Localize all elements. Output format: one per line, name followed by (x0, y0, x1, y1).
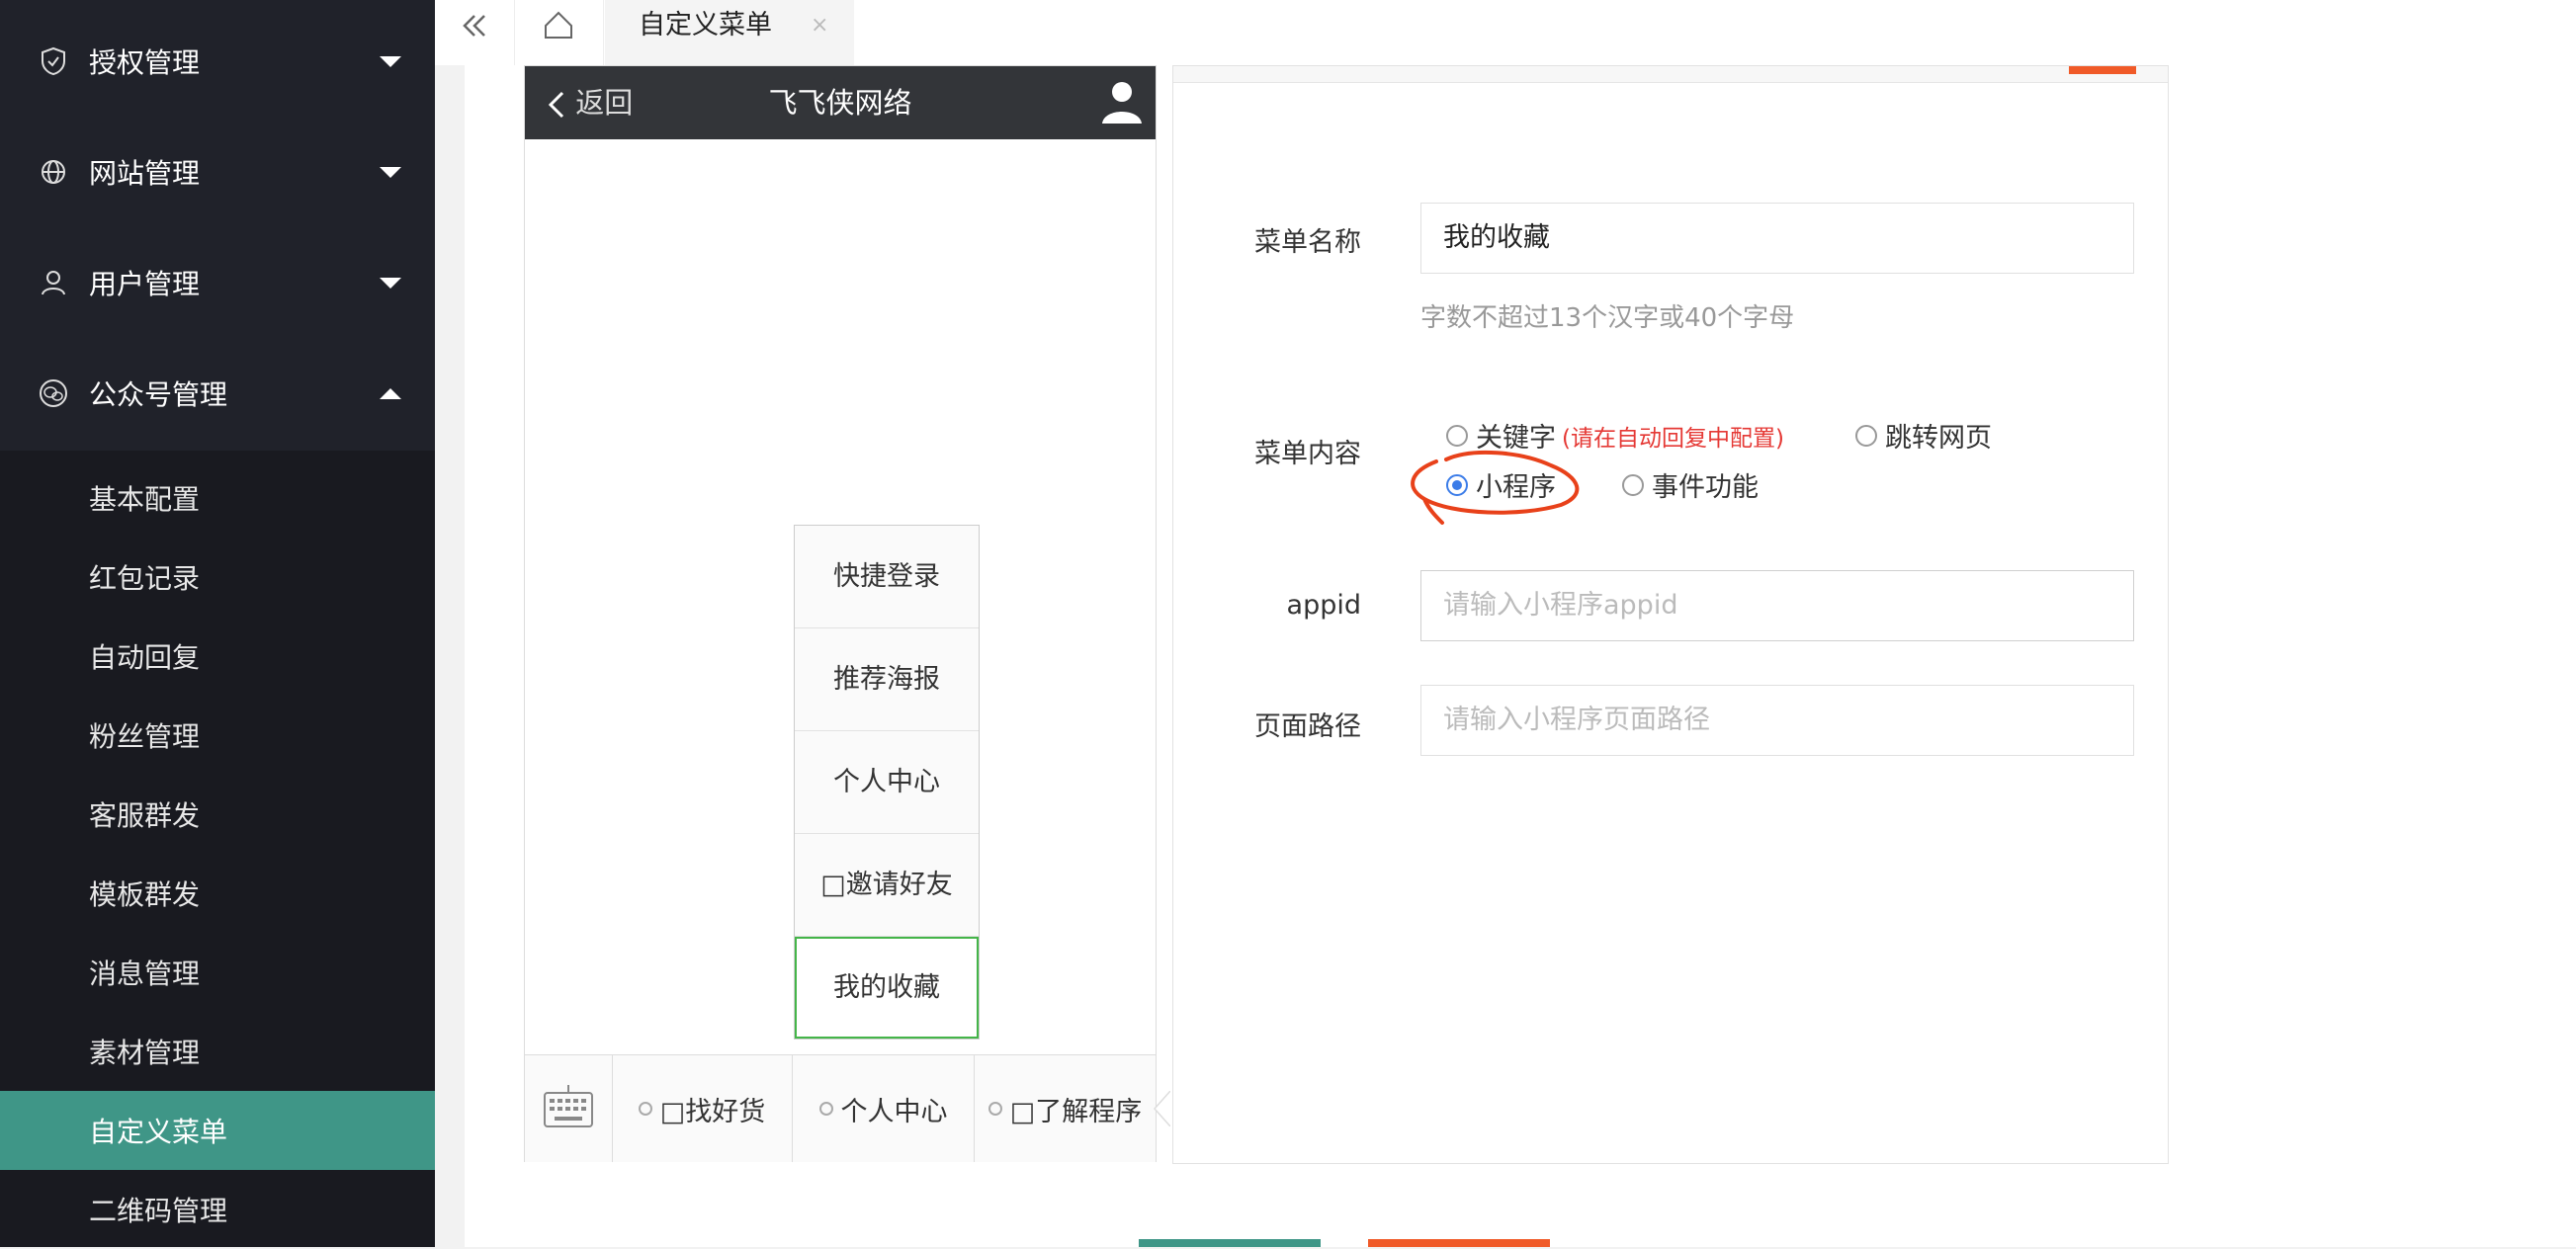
caret-down-icon (380, 166, 401, 178)
sidebar-item-auto-reply[interactable]: 自动回复 (0, 617, 435, 696)
phone-header: 飞飞侠网络 返回 (525, 66, 1156, 139)
bottom-menu-label: □了解程序 (1009, 1096, 1143, 1127)
sidebar-item-fans[interactable]: 粉丝管理 (0, 696, 435, 775)
radio-jump-web[interactable]: 跳转网页 (1855, 416, 1992, 455)
radio-label: 事件功能 (1652, 472, 1759, 503)
sidebar-item-template-broadcast[interactable]: 模板群发 (0, 854, 435, 933)
sidebar-item-label: 自定义菜单 (89, 1116, 228, 1148)
caret-down-icon (380, 55, 401, 67)
nav-group-auth[interactable]: 授权管理 (0, 6, 435, 117)
bottom-menu-label: 个人中心 (840, 1096, 948, 1127)
phone-back-label: 返回 (575, 86, 634, 120)
popup-item[interactable]: 快捷登录 (795, 526, 979, 628)
sidebar-item-red-packet[interactable]: 红包记录 (0, 538, 435, 617)
tab-label: 自定义菜单 (639, 10, 772, 41)
sidebar-item-label: 红包记录 (89, 562, 201, 595)
sidebar-item-basic-config[interactable]: 基本配置 (0, 458, 435, 538)
sidebar-item-label: 二维码管理 (89, 1195, 228, 1227)
sidebar-item-custom-menu[interactable]: 自定义菜单 (0, 1091, 435, 1170)
page-path-label: 页面路径 (1254, 711, 1361, 742)
nav-group-label: 用户管理 (89, 268, 201, 300)
sidebar-item-label: 基本配置 (89, 483, 201, 516)
panel-header-strip (1173, 66, 2168, 83)
radio-circle (1855, 424, 1877, 447)
user-icon (42, 271, 65, 295)
sidebar-item-label: 素材管理 (89, 1037, 201, 1069)
sidebar-item-label: 自动回复 (89, 641, 201, 674)
tab-custom-menu[interactable]: 自定义菜单 × (605, 0, 854, 65)
bottom-menu-item-3[interactable]: □了解程序 (975, 1055, 1156, 1162)
sidebar-item-label: 粉丝管理 (89, 720, 201, 753)
globe-icon (42, 160, 65, 184)
phone-bottom-menu: □找好货 个人中心 □了解程序 (525, 1054, 1156, 1162)
phone-back-button: 返回 (547, 66, 633, 139)
submenu-wechat: 基本配置 红包记录 自动回复 粉丝管理 客服群发 模板群发 消息管理 素材管理 … (0, 451, 435, 1247)
appid-label: appid (1286, 590, 1361, 621)
nav-group-users[interactable]: 用户管理 (0, 227, 435, 338)
tab-home[interactable] (514, 0, 604, 65)
user-avatar-icon (1102, 82, 1142, 124)
publish-button[interactable] (1368, 1239, 1550, 1247)
popup-item[interactable]: 个人中心 (795, 731, 979, 834)
nav-group-website[interactable]: 网站管理 (0, 117, 435, 227)
close-icon[interactable]: × (811, 0, 828, 51)
save-button[interactable] (1139, 1239, 1321, 1247)
content-gutter (435, 65, 465, 1247)
red-circle-annotation (1411, 450, 1580, 525)
nav-group-label: 公众号管理 (89, 378, 228, 411)
caret-up-icon (380, 387, 401, 399)
menu-dot-icon (818, 1102, 833, 1116)
radio-circle (1622, 473, 1644, 496)
sidebar-item-messages[interactable]: 消息管理 (0, 933, 435, 1012)
menu-name-input[interactable]: 我的收藏 (1420, 203, 2134, 274)
popup-item[interactable]: 推荐海报 (795, 628, 979, 731)
menu-edit-panel: 菜单名称 我的收藏 字数不超过13个汉字或40个字母 菜单内容 关键字 (请在自… (1172, 65, 2169, 1164)
submenu-popup: 快捷登录 推荐海报 个人中心 □邀请好友 我的收藏 (794, 525, 980, 1040)
phone-preview: 飞飞侠网络 返回 快捷登录 推荐海报 个人中心 □邀请好友 我的收藏 □找好货 … (524, 65, 1157, 1162)
double-chevron-left-icon (463, 15, 485, 37)
menu-name-label: 菜单名称 (1254, 227, 1361, 258)
popup-item-selected[interactable]: 我的收藏 (795, 937, 979, 1039)
pointer-arrow (1153, 1091, 1170, 1126)
popup-item[interactable]: □邀请好友 (795, 834, 979, 937)
bottom-menu-item-1[interactable]: □找好货 (612, 1055, 793, 1162)
keyboard-button[interactable] (525, 1055, 613, 1162)
menu-dot-icon (638, 1102, 652, 1116)
chevron-left-icon (548, 91, 564, 119)
keyword-note: (请在自动回复中配置) (1562, 425, 1784, 452)
sidebar-item-label: 客服群发 (89, 799, 201, 832)
nav-group-wechat[interactable]: 公众号管理 (0, 338, 435, 449)
sidebar-item-qrcode[interactable]: 二维码管理 (0, 1170, 435, 1249)
sidebar-item-materials[interactable]: 素材管理 (0, 1012, 435, 1091)
radio-event[interactable]: 事件功能 (1622, 465, 1759, 504)
page-path-input[interactable]: 请输入小程序页面路径 (1420, 685, 2134, 756)
bottom-menu-label: □找好货 (659, 1096, 766, 1127)
sidebar-item-label: 消息管理 (89, 958, 201, 990)
appid-input[interactable]: 请输入小程序appid (1420, 570, 2134, 641)
bottom-menu-item-2[interactable]: 个人中心 (793, 1055, 975, 1162)
nav-group-label: 授权管理 (89, 46, 201, 79)
radio-circle (1446, 424, 1468, 447)
menu-content-label: 菜单内容 (1254, 439, 1361, 469)
radio-label: 跳转网页 (1885, 423, 1992, 454)
wechat-icon (40, 379, 67, 407)
nav-group-label: 网站管理 (89, 157, 201, 190)
caret-down-icon (380, 277, 401, 289)
delete-button-edge[interactable] (2069, 66, 2136, 74)
shield-icon (42, 46, 65, 76)
home-icon (545, 11, 572, 39)
menu-name-hint: 字数不超过13个汉字或40个字母 (1420, 303, 1795, 333)
sidebar: 授权管理 网站管理 用户管理 公众号管理 基本配置 红包记录 自动回复 粉丝管理 (0, 0, 435, 1247)
menu-dot-icon (987, 1102, 1002, 1116)
collapse-sidebar-button[interactable] (435, 0, 515, 65)
sidebar-item-cs-broadcast[interactable]: 客服群发 (0, 775, 435, 854)
keyboard-icon (544, 1085, 593, 1127)
tab-bar: 自定义菜单 × (435, 0, 2576, 66)
sidebar-item-label: 模板群发 (89, 878, 201, 911)
